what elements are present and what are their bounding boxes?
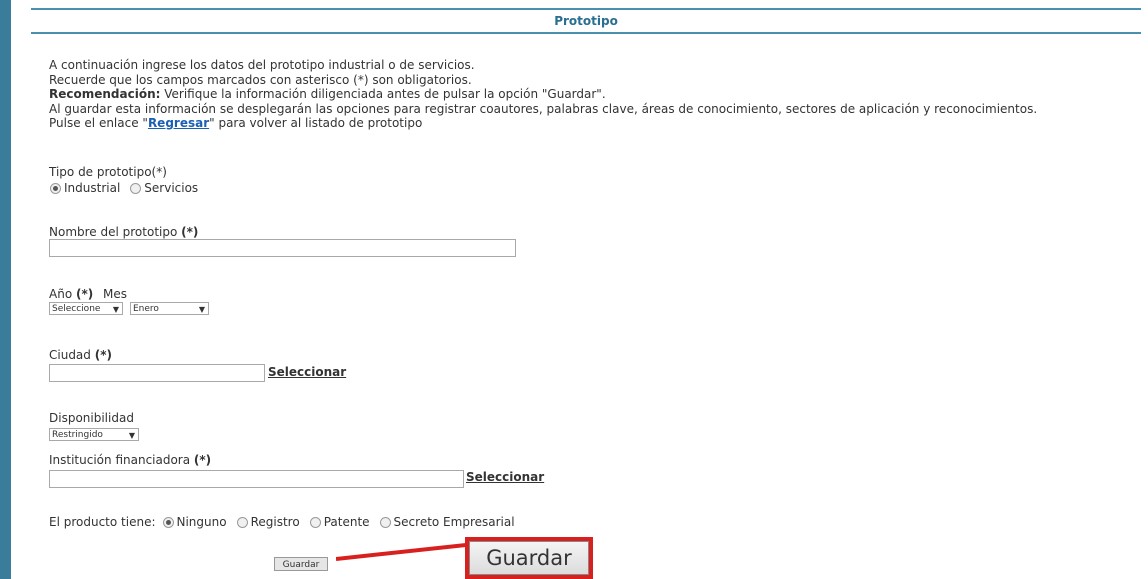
intro-line-3: Recomendación: Verifique la información … <box>49 87 1139 102</box>
producto-label: El producto tiene: <box>49 515 156 529</box>
intro-line-5-post: " para volver al listado de prototipo <box>209 116 423 130</box>
anio-select[interactable]: Seleccione ▼ <box>49 302 123 315</box>
intro-line-1: A continuación ingrese los datos del pro… <box>49 58 475 72</box>
anio-selected: Seleccione <box>52 304 101 314</box>
tipo-option-servicios[interactable]: Servicios <box>130 181 198 195</box>
disponibilidad-label: Disponibilidad <box>49 411 134 425</box>
producto-option-secreto[interactable]: Secreto Empresarial <box>379 515 515 529</box>
disponibilidad-selected: Restringido <box>52 430 103 440</box>
callout-connector <box>336 543 466 561</box>
producto-option-label: Patente <box>323 515 370 529</box>
intro-line-4: Al guardar esta información se desplegar… <box>49 101 1038 116</box>
institucion-label: Institución financiadora (*) <box>49 453 211 467</box>
anio-label-text: Año <box>49 287 76 301</box>
producto-option-registro[interactable]: Registro <box>236 515 300 529</box>
required-marker: (*) <box>94 348 112 362</box>
producto-option-label: Secreto Empresarial <box>393 515 515 529</box>
regresar-link[interactable]: Regresar <box>148 116 209 130</box>
nombre-label-text: Nombre del prototipo <box>49 225 182 239</box>
recommendation-label: Recomendación: <box>49 87 161 101</box>
radio-icon[interactable] <box>309 516 321 528</box>
radio-icon[interactable] <box>162 516 174 528</box>
intro-line-5: Pulse el enlace "Regresar" para volver a… <box>49 116 1139 131</box>
institucion-seleccionar-link[interactable]: Seleccionar <box>466 470 544 484</box>
tipo-option-label: Servicios <box>144 181 199 195</box>
tipo-option-industrial[interactable]: Industrial <box>50 181 120 195</box>
mes-label: Mes <box>103 287 127 301</box>
ciudad-label: Ciudad (*) <box>49 348 112 362</box>
producto-option-ninguno[interactable]: Ninguno <box>162 515 227 529</box>
nombre-input[interactable] <box>49 239 516 257</box>
mes-select[interactable]: Enero ▼ <box>130 302 209 315</box>
required-marker: (*) <box>193 453 212 467</box>
section-title: Prototipo <box>31 8 1141 34</box>
producto-option-patente[interactable]: Patente <box>309 515 370 529</box>
radio-icon[interactable] <box>236 516 248 528</box>
instructions: A continuación ingrese los datos del pro… <box>49 58 1139 131</box>
ciudad-label-text: Ciudad <box>49 348 95 362</box>
guardar-button[interactable]: Guardar <box>274 557 328 571</box>
radio-icon[interactable] <box>379 516 391 528</box>
producto-option-label: Ninguno <box>176 515 227 529</box>
guardar-callout: Guardar <box>465 537 593 579</box>
required-marker: (*) <box>75 287 94 301</box>
tipo-radio-group: Industrial Servicios <box>50 181 204 195</box>
dropdown-arrow-icon: ▼ <box>198 305 205 314</box>
recommendation-text: Verifique la información diligenciada an… <box>160 87 606 101</box>
radio-icon[interactable] <box>130 182 142 194</box>
producto-radio-group: El producto tiene: Ninguno Registro Pate… <box>49 515 521 529</box>
nombre-label: Nombre del prototipo (*) <box>49 225 198 239</box>
mes-selected: Enero <box>133 304 159 314</box>
tipo-label: Tipo de prototipo(*) <box>49 165 167 179</box>
dropdown-arrow-icon: ▼ <box>128 431 135 440</box>
anio-label: Año (*) <box>49 287 93 301</box>
ciudad-input[interactable] <box>49 364 265 382</box>
required-marker: (*) <box>181 225 199 239</box>
ciudad-seleccionar-link[interactable]: Seleccionar <box>268 365 346 379</box>
producto-option-label: Registro <box>250 515 300 529</box>
disponibilidad-select[interactable]: Restringido ▼ <box>49 428 139 441</box>
institucion-input[interactable] <box>49 470 464 488</box>
institucion-label-text: Institución financiadora <box>49 453 194 467</box>
dropdown-arrow-icon: ▼ <box>112 305 119 314</box>
radio-icon[interactable] <box>50 182 61 194</box>
intro-line-2: Recuerde que los campos marcados con ast… <box>49 72 472 87</box>
tipo-option-label: Industrial <box>64 181 121 195</box>
intro-line-5-pre: Pulse el enlace " <box>49 116 148 130</box>
guardar-button-zoomed: Guardar <box>469 541 589 575</box>
